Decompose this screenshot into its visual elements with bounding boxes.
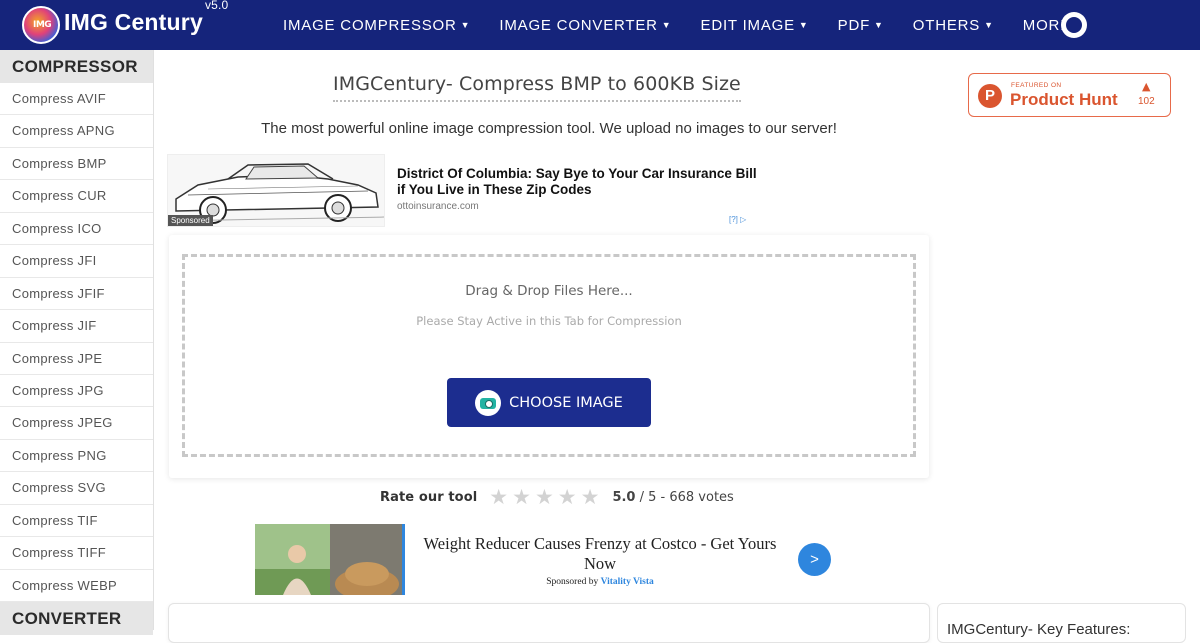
sponsored-tag: Sponsored <box>168 215 213 226</box>
sidebar-item-ico[interactable]: Compress ICO <box>0 213 153 246</box>
sidebar-item-png[interactable]: Compress PNG <box>0 440 153 473</box>
rating-value: 5.0 <box>612 489 636 505</box>
product-hunt-name: Product Hunt <box>1010 90 1118 109</box>
brand-text[interactable]: IMG Century <box>64 9 203 35</box>
rating-label: Rate our tool <box>380 489 478 505</box>
caret-down-icon: ▼ <box>661 19 672 30</box>
sidebar-item-jif[interactable]: Compress JIF <box>0 310 153 343</box>
caret-down-icon: ▼ <box>984 19 994 30</box>
nav-others[interactable]: OTHERS ▼ <box>913 17 994 34</box>
nav-image-compressor[interactable]: IMAGE COMPRESSOR ▼ <box>283 17 470 34</box>
sidebar-item-jfi[interactable]: Compress JFI <box>0 245 153 278</box>
sidebar-heading-compressor: COMPRESSOR <box>0 50 153 83</box>
top-navbar: IMG IMG Centuryv5.0 IMAGE COMPRESSOR ▼ IM… <box>0 0 1200 50</box>
ad2-sponsor-name[interactable]: Vitality Vista <box>601 577 654 587</box>
sidebar-item-avif[interactable]: Compress AVIF <box>0 83 153 116</box>
upvote-count: 102 <box>1138 96 1155 107</box>
choose-image-label: CHOOSE IMAGE <box>509 394 623 411</box>
caret-down-icon: ▼ <box>798 19 809 30</box>
drop-zone-hint: Please Stay Active in this Tab for Compr… <box>416 314 682 328</box>
rating-bar: Rate our tool ★ ★ ★ ★ ★ 5.0 / 5 - 668 vo… <box>380 487 734 508</box>
logo-text: IMG <box>33 20 52 30</box>
product-hunt-logo-icon: P <box>978 84 1002 108</box>
ad2-sponsored-prefix: Sponsored by <box>546 577 599 587</box>
sidebar-item-tiff[interactable]: Compress TIFF <box>0 537 153 570</box>
ad-headline[interactable]: District Of Columbia: Say Bye to Your Ca… <box>397 166 767 198</box>
nav-edit-image[interactable]: EDIT IMAGE ▼ <box>701 17 809 34</box>
nav-label: IMAGE CONVERTER <box>499 16 658 34</box>
product-hunt-featured-label: FEATURED ON <box>1011 82 1062 89</box>
ad-domain[interactable]: ottoinsurance.com <box>397 201 479 212</box>
star-icon[interactable]: ★ <box>535 487 554 508</box>
ad-photo-icon <box>255 524 402 595</box>
main-nav: IMAGE COMPRESSOR ▼ IMAGE CONVERTER ▼ EDIT … <box>283 0 1114 50</box>
sidebar-item-jpe[interactable]: Compress JPE <box>0 343 153 375</box>
ad2-sponsor-line: Sponsored by Vitality Vista <box>418 577 782 587</box>
drop-zone-text: Drag & Drop Files Here... <box>465 283 633 299</box>
sidebar-item-bmp[interactable]: Compress BMP <box>0 148 153 181</box>
nav-image-converter[interactable]: IMAGE CONVERTER ▼ <box>499 17 671 34</box>
version-label: v5.0 <box>204 0 229 13</box>
star-icon[interactable]: ★ <box>512 487 531 508</box>
nav-label: PDF <box>837 16 871 34</box>
sidebar-item-webp[interactable]: Compress WEBP <box>0 570 153 602</box>
nav-label: OTHERS <box>912 16 981 34</box>
nav-label: EDIT IMAGE <box>700 16 795 34</box>
caret-down-icon: ▼ <box>874 19 884 30</box>
sidebar-item-cur[interactable]: Compress CUR <box>0 180 153 213</box>
choose-image-button[interactable]: CHOOSE IMAGE <box>447 378 651 427</box>
brand-name[interactable]: IMG Centuryv5.0 <box>64 0 228 36</box>
sidebar-item-jpg[interactable]: Compress JPG <box>0 375 153 408</box>
rating-score: 5.0 / 5 - 668 votes <box>612 490 733 505</box>
content-card <box>168 603 930 643</box>
star-icon[interactable]: ★ <box>489 487 508 508</box>
nav-pdf[interactable]: PDF ▼ <box>838 17 884 34</box>
page-title: IMGCentury- Compress BMP to 600KB Size <box>333 73 741 102</box>
theme-toggle-icon[interactable] <box>1061 12 1087 38</box>
sidebar-item-jfif[interactable]: Compress JFIF <box>0 278 153 311</box>
caret-down-icon: ▼ <box>460 19 471 30</box>
ad2-next-button[interactable]: > <box>798 543 831 576</box>
sidebar: COMPRESSOR Compress AVIF Compress APNG C… <box>0 50 154 635</box>
camera-icon <box>475 389 502 416</box>
sidebar-heading-converter: CONVERTER <box>0 602 153 635</box>
ad-choices-icon[interactable]: [?] ▷ <box>729 215 746 224</box>
sidebar-item-svg[interactable]: Compress SVG <box>0 472 153 505</box>
sidebar-item-jpeg[interactable]: Compress JPEG <box>0 407 153 440</box>
upvote-arrow-icon: ▲ <box>1142 80 1151 93</box>
key-features-card: IMGCentury- Key Features: <box>937 603 1186 643</box>
sidebar-item-tif[interactable]: Compress TIF <box>0 505 153 538</box>
sidebar-item-apng[interactable]: Compress APNG <box>0 115 153 148</box>
page-subtitle: The most powerful online image compressi… <box>261 120 837 137</box>
star-icon[interactable]: ★ <box>558 487 577 508</box>
ad2-headline[interactable]: Weight Reducer Causes Frenzy at Costco -… <box>418 534 782 574</box>
star-icon[interactable]: ★ <box>581 487 600 508</box>
product-hunt-badge[interactable]: P FEATURED ON Product Hunt ▲ 102 <box>968 73 1171 117</box>
nav-label: IMAGE COMPRESSOR <box>283 16 457 34</box>
brand-logo-icon[interactable]: IMG <box>22 6 60 44</box>
rating-votes: / 5 - 668 votes <box>639 489 734 505</box>
ad-weight-image[interactable] <box>255 524 405 595</box>
